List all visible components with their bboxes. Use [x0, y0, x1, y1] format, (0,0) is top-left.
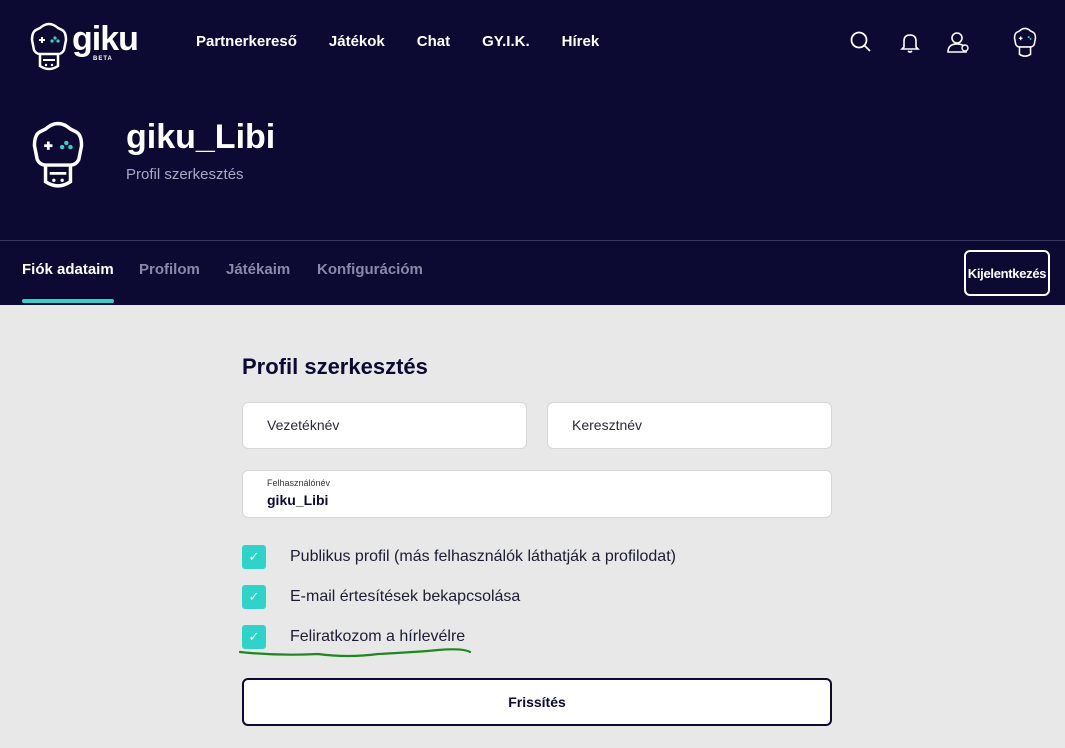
- profile-username: giku_Libi: [126, 118, 276, 156]
- username-label: Felhasználónév: [267, 478, 331, 488]
- last-name-field[interactable]: Vezetéknév: [242, 402, 527, 449]
- check-icon: ✓: [248, 549, 260, 564]
- gamepad-mascot-icon: [30, 22, 68, 71]
- bell-icon[interactable]: [898, 30, 924, 56]
- update-button[interactable]: Frissítés: [242, 678, 832, 726]
- avatar-icon[interactable]: [1012, 26, 1038, 58]
- nav-partnerkereso[interactable]: Partnerkereső: [196, 33, 297, 50]
- last-name-placeholder: Vezetéknév: [267, 417, 340, 433]
- active-tab-indicator: [22, 299, 114, 303]
- tab-konfiguraciom[interactable]: Konfigurációm: [317, 261, 423, 278]
- nav-hirek[interactable]: Hírek: [562, 33, 600, 50]
- profile-tabs: Fiók adataim Profilom Játékaim Konfigurá…: [0, 240, 1065, 305]
- beta-badge: BETA: [93, 56, 113, 62]
- nav-gyik[interactable]: GY.I.K.: [482, 33, 530, 50]
- form-title: Profil szerkesztés: [242, 354, 428, 379]
- logo-wordmark: giku: [72, 20, 139, 58]
- email-notifications-row: ✓ E-mail értesítések bekapcsolása: [242, 585, 520, 609]
- search-icon[interactable]: [849, 30, 875, 56]
- email-notifications-checkbox[interactable]: ✓: [242, 585, 266, 609]
- email-notifications-label: E-mail értesítések bekapcsolása: [290, 588, 521, 605]
- tab-fiok-adataim[interactable]: Fiók adataim: [22, 261, 114, 278]
- public-profile-row: ✓ Publikus profil (más felhasználók láth…: [242, 545, 676, 569]
- giku-logo[interactable]: giku BETA: [30, 20, 140, 72]
- check-icon: ✓: [248, 589, 260, 604]
- first-name-field[interactable]: Keresztnév: [547, 402, 832, 449]
- first-name-placeholder: Keresztnév: [572, 417, 643, 433]
- tab-jatekaim[interactable]: Játékaim: [226, 261, 290, 278]
- logout-button[interactable]: Kijelentkezés: [964, 250, 1050, 296]
- username-field[interactable]: Felhasználónév giku_Libi: [242, 470, 832, 518]
- profile-avatar: [30, 118, 90, 190]
- top-header: giku BETA Partnerkereső Játékok Chat GY.…: [0, 0, 1065, 240]
- tab-profilom[interactable]: Profilom: [139, 261, 200, 278]
- public-profile-label: Publikus profil (más felhasználók láthat…: [290, 548, 676, 565]
- main-nav: Partnerkereső Játékok Chat GY.I.K. Hírek: [196, 33, 631, 50]
- user-icon[interactable]: [945, 30, 971, 56]
- nav-chat[interactable]: Chat: [417, 33, 450, 50]
- check-icon: ✓: [248, 629, 260, 644]
- public-profile-checkbox[interactable]: ✓: [242, 545, 266, 569]
- profile-subtitle: Profil szerkesztés: [126, 166, 244, 183]
- nav-jatekok[interactable]: Játékok: [329, 33, 385, 50]
- annotation-underline: [238, 648, 472, 658]
- username-value: giku_Libi: [267, 492, 329, 508]
- newsletter-label: Feliratkozom a hírlevélre: [290, 628, 466, 645]
